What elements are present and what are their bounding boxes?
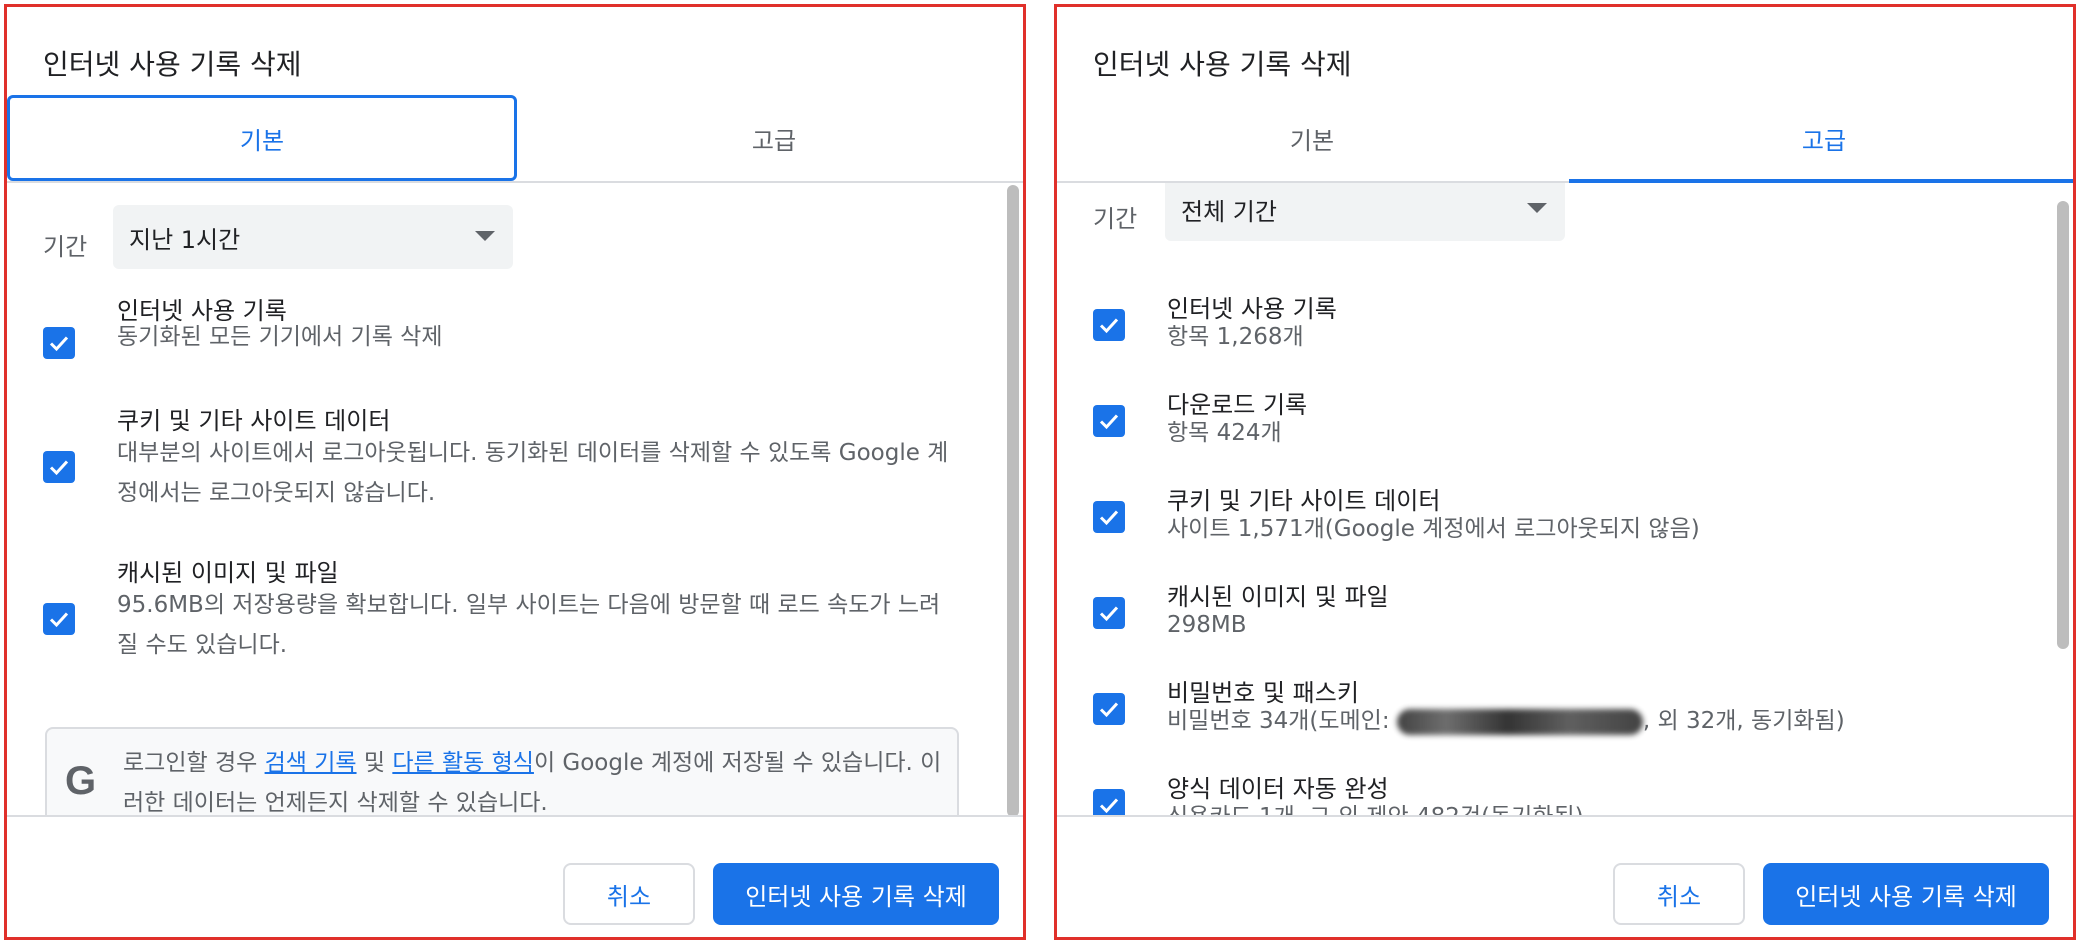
- period-select[interactable]: 지난 1시간: [113, 205, 513, 269]
- google-g-icon: G: [65, 759, 97, 803]
- dialog-title: 인터넷 사용 기록 삭제: [43, 48, 302, 81]
- info-text-mid: 및: [356, 750, 393, 776]
- google-account-info-box: G 로그인할 경우 검색 기록 및 다른 활동 형식이 Google 계정에 저…: [45, 727, 959, 823]
- tab-basic[interactable]: 기본: [1057, 95, 1567, 181]
- checkmark-icon: [1099, 702, 1119, 718]
- checkmark-icon: [49, 336, 69, 352]
- checkmark-icon: [49, 612, 69, 628]
- checkbox-cached-images[interactable]: [1093, 597, 1125, 629]
- option-subtitle: 298MB: [1167, 612, 1247, 638]
- subtitle-prefix: 비밀번호 34개(도메인:: [1167, 708, 1397, 734]
- clear-data-button[interactable]: 인터넷 사용 기록 삭제: [713, 863, 999, 925]
- tab-basic[interactable]: 기본: [7, 95, 517, 181]
- checkmark-icon: [1099, 414, 1119, 430]
- period-label: 기간: [43, 233, 88, 261]
- checkmark-icon: [1099, 798, 1119, 814]
- tab-bar: 기본 고급: [7, 95, 1023, 183]
- checkbox-browsing-history[interactable]: [43, 327, 75, 359]
- tab-advanced[interactable]: 고급: [1569, 95, 2073, 181]
- redacted-domain: [1396, 708, 1643, 735]
- dropdown-caret-icon: [475, 231, 495, 241]
- other-activity-link[interactable]: 다른 활동 형식: [392, 750, 534, 776]
- info-text: 로그인할 경우 검색 기록 및 다른 활동 형식이 Google 계정에 저장될…: [123, 743, 943, 823]
- period-select[interactable]: 전체 기간: [1165, 183, 1565, 241]
- option-subtitle: 95.6MB의 저장용량을 확보합니다. 일부 사이트는 다음에 방문할 때 로…: [117, 592, 941, 658]
- checkmark-icon: [49, 460, 69, 476]
- scrollbar-thumb[interactable]: [2057, 201, 2069, 649]
- checkbox-browsing-history[interactable]: [1093, 309, 1125, 341]
- checkbox-passwords[interactable]: [1093, 693, 1125, 725]
- period-select-value: 전체 기간: [1181, 197, 1277, 226]
- checkbox-cookies[interactable]: [43, 451, 75, 483]
- cancel-button[interactable]: 취소: [563, 863, 695, 925]
- info-text-prefix: 로그인할 경우: [123, 750, 265, 776]
- option-title: 쿠키 및 기타 사이트 데이터: [117, 407, 391, 435]
- period-select-value: 지난 1시간: [129, 225, 241, 254]
- option-subtitle: 항목 424개: [1167, 420, 1282, 446]
- dropdown-caret-icon: [1527, 203, 1547, 213]
- checkmark-icon: [1099, 606, 1119, 622]
- checkbox-download-history[interactable]: [1093, 405, 1125, 437]
- dialog-footer: 취소 인터넷 사용 기록 삭제: [7, 815, 1023, 937]
- search-history-link[interactable]: 검색 기록: [265, 750, 357, 776]
- cancel-button[interactable]: 취소: [1613, 863, 1745, 925]
- clear-browsing-data-dialog-advanced: 인터넷 사용 기록 삭제 기본 고급 기간 전체 기간 인터넷 사용 기록 항목…: [1054, 4, 2076, 940]
- clear-browsing-data-dialog-basic: 인터넷 사용 기록 삭제 기본 고급 기간 지난 1시간 인터넷 사용 기록 동…: [4, 4, 1026, 940]
- dialog-footer: 취소 인터넷 사용 기록 삭제: [1057, 815, 2073, 937]
- option-subtitle: 비밀번호 34개(도메인: , 외 32개, 동기화됨): [1167, 701, 2007, 741]
- tab-bar: 기본 고급: [1057, 95, 2073, 183]
- option-subtitle: 동기화된 모든 기기에서 기록 삭제: [117, 324, 443, 350]
- dialog-title: 인터넷 사용 기록 삭제: [1093, 48, 1352, 81]
- period-label: 기간: [1093, 205, 1138, 233]
- checkbox-cached-images[interactable]: [43, 603, 75, 635]
- option-title: 캐시된 이미지 및 파일: [117, 559, 339, 587]
- option-subtitle: 항목 1,268개: [1167, 324, 1304, 350]
- subtitle-suffix: , 외 32개, 동기화됨): [1642, 708, 1845, 734]
- clear-data-button[interactable]: 인터넷 사용 기록 삭제: [1763, 863, 2049, 925]
- option-subtitle: 대부분의 사이트에서 로그아웃됩니다. 동기화된 데이터를 삭제할 수 있도록 …: [117, 440, 949, 506]
- checkmark-icon: [1099, 318, 1119, 334]
- options-scroll-area[interactable]: 기간 지난 1시간 인터넷 사용 기록 동기화된 모든 기기에서 기록 삭제 쿠…: [7, 183, 1023, 823]
- options-scroll-area[interactable]: 기간 전체 기간 인터넷 사용 기록 항목 1,268개 다운로드 기록 항목 …: [1057, 183, 2073, 823]
- tab-advanced[interactable]: 고급: [519, 95, 1023, 181]
- scrollbar-thumb[interactable]: [1007, 185, 1019, 817]
- checkbox-cookies[interactable]: [1093, 501, 1125, 533]
- checkmark-icon: [1099, 510, 1119, 526]
- option-subtitle: 사이트 1,571개(Google 계정에서 로그아웃되지 않음): [1167, 516, 1700, 542]
